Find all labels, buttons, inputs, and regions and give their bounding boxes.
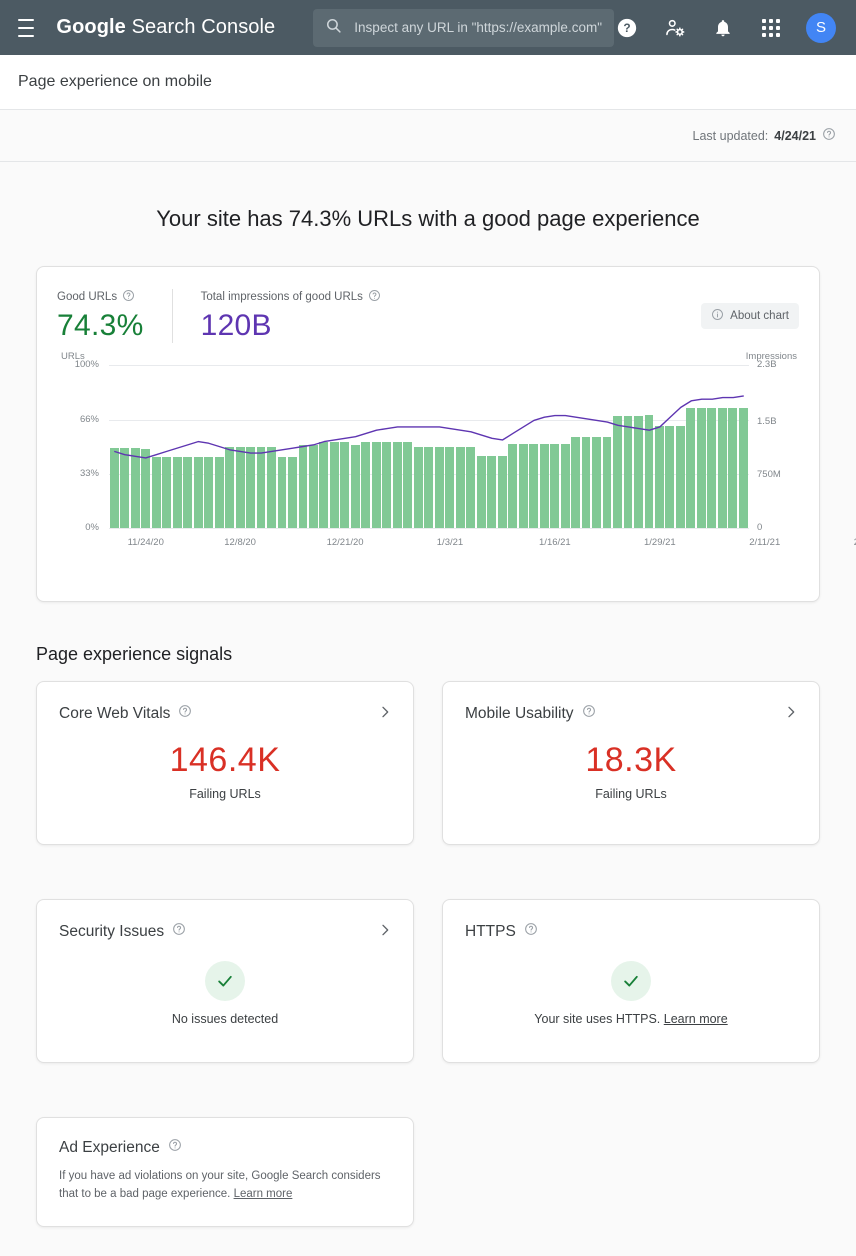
help-outline-icon[interactable] xyxy=(368,289,381,305)
help-outline-icon[interactable] xyxy=(822,127,836,144)
main-content: Your site has 74.3% URLs with a good pag… xyxy=(0,162,856,1256)
signal-card-header: HTTPS xyxy=(465,922,797,941)
help-outline-icon[interactable] xyxy=(168,1138,182,1157)
chevron-right-icon[interactable] xyxy=(377,922,393,943)
headline: Your site has 74.3% URLs with a good pag… xyxy=(0,162,856,266)
signal-card-core-web-vitals[interactable]: Core Web Vitals 146.4K Failing URLs xyxy=(36,681,414,845)
account-settings-icon[interactable] xyxy=(662,15,688,41)
check-circle-icon xyxy=(611,961,651,1001)
signal-card-header: Security Issues xyxy=(59,922,391,941)
about-chart-label: About chart xyxy=(730,310,789,322)
signal-card-ad-experience: Ad Experience If you have ad violations … xyxy=(36,1117,414,1227)
x-axis-tick: 2/11/21 xyxy=(749,537,780,548)
impressions-value: 120B xyxy=(201,309,381,343)
help-icon[interactable]: ? xyxy=(614,15,640,41)
last-updated-label: Last updated: xyxy=(693,129,769,143)
signal-card-status: No issues detected xyxy=(59,1012,391,1026)
brand-search-console: Search Console xyxy=(132,16,276,38)
help-outline-icon[interactable] xyxy=(172,922,186,941)
signal-card-value: 146.4K xyxy=(59,741,391,780)
last-updated: Last updated: 4/24/21 xyxy=(693,127,836,144)
metric-total-impressions: Total impressions of good URLs 120B xyxy=(172,289,409,343)
signal-card-title: HTTPS xyxy=(465,923,516,941)
brand-google: Google xyxy=(56,16,126,38)
app-bar-actions: ? S xyxy=(614,13,840,43)
signal-card-sublabel: Failing URLs xyxy=(465,787,797,801)
ad-experience-body: If you have ad violations on your site, … xyxy=(59,1168,389,1204)
x-axis-tick: 1/3/21 xyxy=(437,537,463,548)
learn-more-link[interactable]: Learn more xyxy=(664,1012,728,1026)
good-urls-label-row: Good URLs xyxy=(57,289,144,305)
signals-grid: Core Web Vitals 146.4K Failing URLs Mobi… xyxy=(36,681,856,1227)
signal-card-title: Ad Experience xyxy=(59,1139,160,1157)
metric-good-urls: Good URLs 74.3% xyxy=(57,289,172,343)
svg-text:?: ? xyxy=(623,21,630,35)
url-inspection-search[interactable]: Inspect any URL in "https://example.com" xyxy=(313,9,614,47)
check-circle-icon xyxy=(205,961,245,1001)
chart-canvas xyxy=(109,365,749,528)
left-axis-tick: 66% xyxy=(65,414,99,425)
page-root: Google Search Console Inspect any URL in… xyxy=(0,0,856,1256)
right-axis-tick: 750M xyxy=(757,469,797,480)
help-outline-icon[interactable] xyxy=(178,704,192,723)
signal-card-title: Mobile Usability xyxy=(465,705,574,723)
signal-card-title: Security Issues xyxy=(59,923,164,941)
x-axis-tick: 1/29/21 xyxy=(644,537,676,548)
chart-line-series xyxy=(109,365,749,528)
hamburger-menu-icon[interactable] xyxy=(18,19,34,37)
last-updated-date: 4/24/21 xyxy=(774,129,816,143)
good-urls-label: Good URLs xyxy=(57,291,117,303)
about-chart-button[interactable]: About chart xyxy=(701,303,799,329)
x-axis-tick: 1/16/21 xyxy=(539,537,571,548)
right-axis-tick: 0 xyxy=(757,522,797,533)
x-axis-tick: 11/24/20 xyxy=(128,537,164,548)
signal-card-title: Core Web Vitals xyxy=(59,705,170,723)
signal-card-header: Mobile Usability xyxy=(465,704,797,723)
bell-icon[interactable] xyxy=(710,15,736,41)
impressions-label: Total impressions of good URLs xyxy=(201,291,363,303)
impressions-label-row: Total impressions of good URLs xyxy=(201,289,381,305)
page-title: Page experience on mobile xyxy=(18,73,212,91)
chart-gridline xyxy=(109,528,749,529)
help-outline-icon[interactable] xyxy=(122,289,135,305)
signal-card-mobile-usability[interactable]: Mobile Usability 18.3K Failing URLs xyxy=(442,681,820,845)
left-axis-tick: 33% xyxy=(65,468,99,479)
product-logo[interactable]: Google Search Console xyxy=(56,16,275,39)
signal-card-https: HTTPS Your site uses HTTPS. Learn more xyxy=(442,899,820,1063)
left-axis-tick: 0% xyxy=(65,522,99,533)
app-bar: Google Search Console Inspect any URL in… xyxy=(0,0,856,55)
signal-card-header: Core Web Vitals xyxy=(59,704,391,723)
chevron-right-icon[interactable] xyxy=(783,704,799,725)
signal-card-status: Your site uses HTTPS. Learn more xyxy=(465,1012,797,1026)
avatar[interactable]: S xyxy=(806,13,836,43)
search-input[interactable]: Inspect any URL in "https://example.com" xyxy=(354,20,602,35)
help-outline-icon[interactable] xyxy=(582,704,596,723)
signal-card-header: Ad Experience xyxy=(59,1138,391,1157)
search-icon xyxy=(325,17,342,39)
right-axis-tick: 1.5B xyxy=(757,416,797,427)
x-axis-tick: 12/8/20 xyxy=(224,537,256,548)
signal-card-sublabel: Failing URLs xyxy=(59,787,391,801)
help-outline-icon[interactable] xyxy=(524,922,538,941)
last-updated-bar: Last updated: 4/24/21 xyxy=(0,110,856,162)
right-axis-tick: 2.3B xyxy=(757,359,797,370)
signal-card-security-issues[interactable]: Security Issues No issues detected xyxy=(36,899,414,1063)
signals-heading: Page experience signals xyxy=(36,644,856,665)
page-experience-chart-card: Good URLs 74.3% Total impressi xyxy=(36,266,820,602)
chart-header: Good URLs 74.3% Total impressi xyxy=(57,289,799,343)
apps-grid-icon[interactable] xyxy=(758,15,784,41)
page-title-bar: Page experience on mobile xyxy=(0,55,856,110)
x-axis-tick: 12/21/20 xyxy=(327,537,364,548)
good-urls-value: 74.3% xyxy=(57,309,144,343)
signal-card-value: 18.3K xyxy=(465,741,797,780)
chart-plot-area: URLs Impressions 100%66%33%0% 2.3B1.5B75… xyxy=(57,365,799,550)
chevron-right-icon[interactable] xyxy=(377,704,393,725)
learn-more-link[interactable]: Learn more xyxy=(234,1188,293,1200)
left-axis-tick: 100% xyxy=(65,359,99,370)
info-icon xyxy=(711,308,724,324)
